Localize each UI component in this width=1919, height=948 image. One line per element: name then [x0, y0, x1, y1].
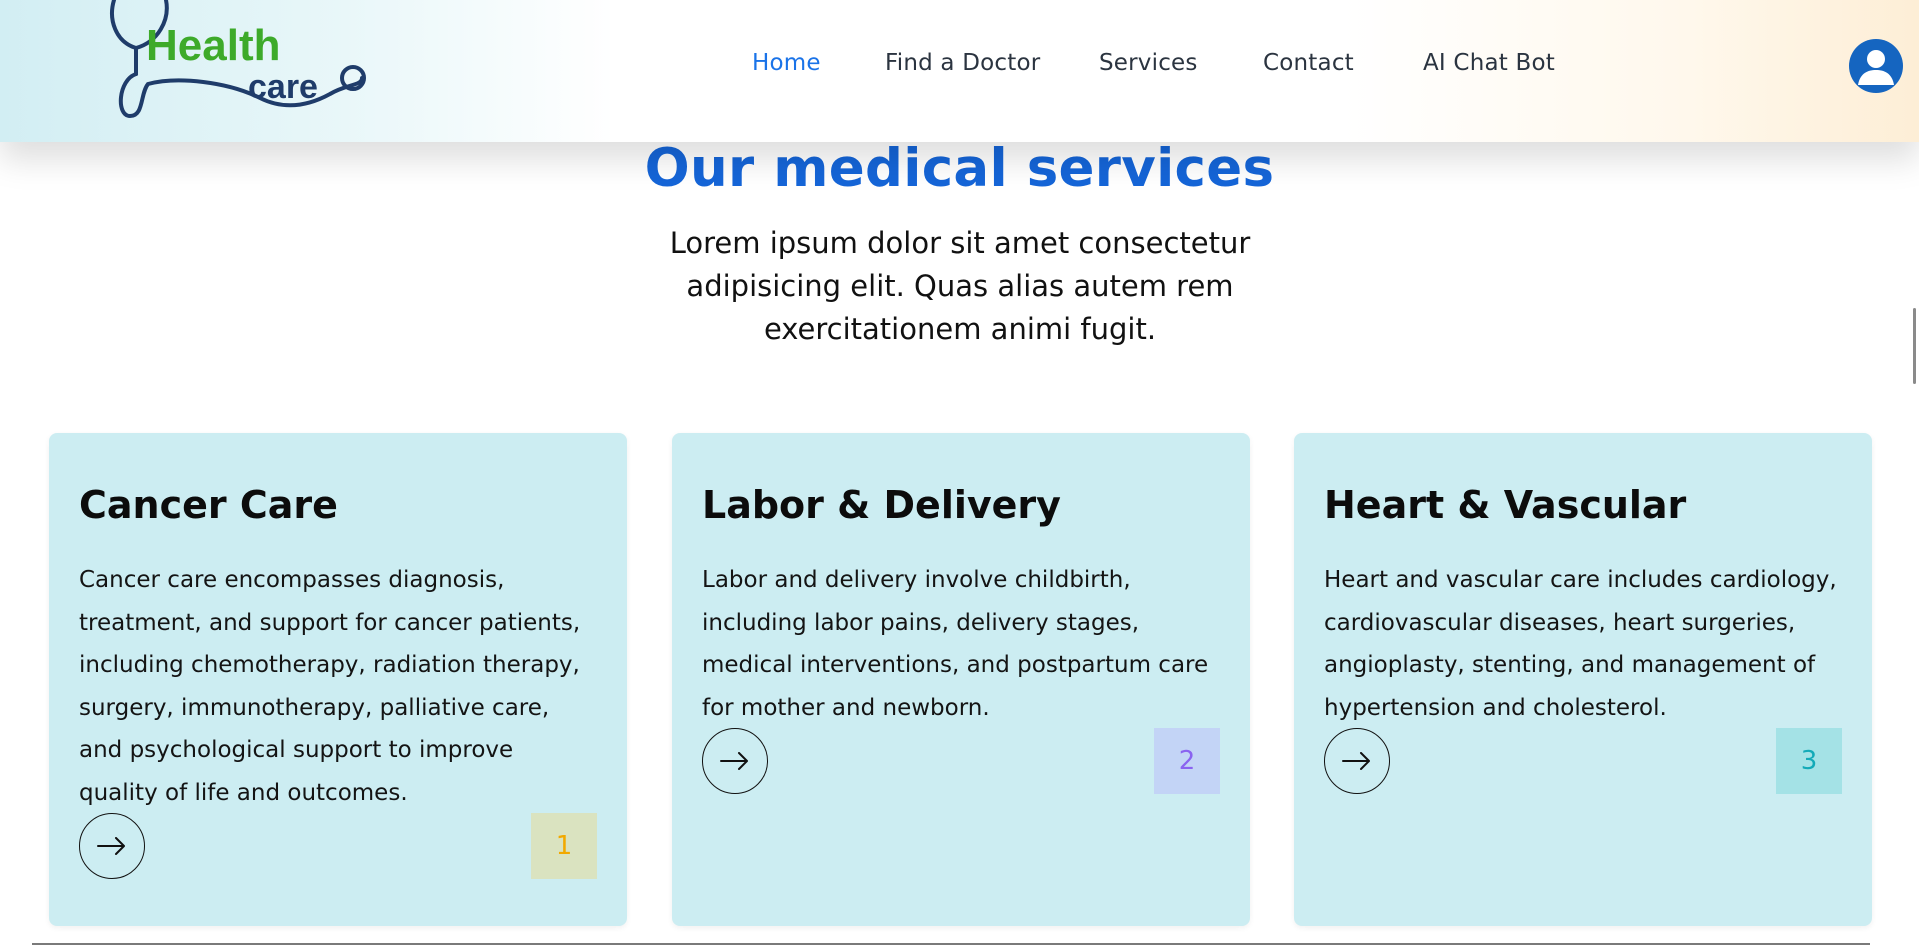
card-arrow-button[interactable] [79, 813, 145, 879]
card-number-badge: 2 [1154, 728, 1220, 794]
logo-text-care: care [248, 68, 318, 106]
card-description: Labor and delivery involve childbirth, i… [702, 567, 1209, 721]
nav-find-a-doctor[interactable]: Find a Doctor [885, 50, 1040, 76]
arrow-right-icon [720, 752, 748, 770]
service-card-cancer-care: Cancer Care Cancer care encompasses diag… [49, 433, 627, 926]
logo[interactable]: Health care [108, 0, 373, 130]
nav-home[interactable]: Home [752, 50, 821, 76]
card-title: Labor & Delivery [702, 483, 1061, 527]
arrow-right-icon [97, 837, 125, 855]
card-description: Cancer care encompasses diagnosis, treat… [79, 567, 581, 806]
nav-services[interactable]: Services [1099, 50, 1198, 76]
section-divider [32, 943, 1870, 945]
nav-contact[interactable]: Contact [1263, 50, 1354, 76]
section-title: Our medical services [644, 138, 1275, 199]
arrow-right-icon [1342, 752, 1370, 770]
user-avatar-icon [1858, 50, 1894, 85]
card-number-badge: 1 [531, 813, 597, 879]
logo-text-health: Health [146, 21, 280, 70]
card-title: Cancer Care [79, 483, 338, 527]
scrollbar-thumb[interactable] [1913, 308, 1916, 384]
card-number-badge: 3 [1776, 728, 1842, 794]
card-description: Heart and vascular care includes cardiol… [1324, 567, 1837, 721]
card-title: Heart & Vascular [1324, 483, 1687, 527]
site-header: Health care Home Find a Doctor Services … [0, 0, 1919, 142]
section-subtitle: Lorem ipsum dolor sit amet consectetur a… [669, 226, 1251, 346]
service-card-labor-delivery: Labor & Delivery Labor and delivery invo… [672, 433, 1250, 926]
nav-ai-chat-bot[interactable]: AI Chat Bot [1423, 50, 1555, 76]
service-card-heart-vascular: Heart & Vascular Heart and vascular care… [1294, 433, 1872, 926]
card-arrow-button[interactable] [702, 728, 768, 794]
card-arrow-button[interactable] [1324, 728, 1390, 794]
user-avatar-button[interactable] [1849, 39, 1903, 93]
